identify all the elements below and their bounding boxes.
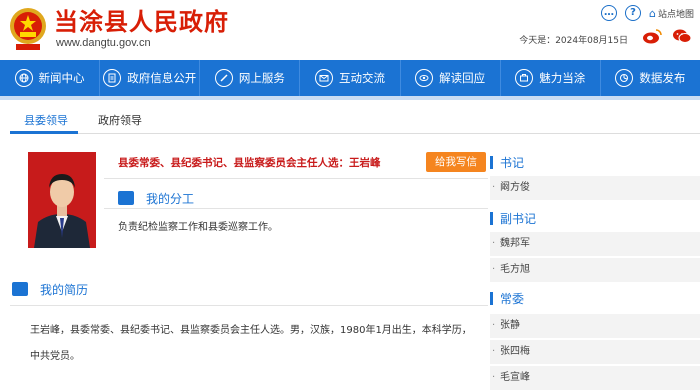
sidebar-item-leader[interactable]: 张四梅: [490, 340, 700, 364]
divider: [10, 305, 488, 306]
nav-item-online-service[interactable]: 网上服务: [200, 60, 301, 96]
chat-icon[interactable]: …: [601, 5, 617, 21]
sidebar-heading-standing-committee: 常委: [490, 290, 524, 307]
write-to-me-button[interactable]: 给我写信: [426, 152, 486, 172]
sitemap-label: 站点地图: [657, 9, 694, 20]
sidebar-item-leader[interactable]: 魏邦军: [490, 232, 700, 256]
nav-label: 互动交流: [338, 71, 385, 85]
sidebar-item-leader[interactable]: 张静: [490, 314, 700, 338]
briefcase-icon: [515, 69, 534, 87]
sitemap-icon: ⌂: [649, 6, 656, 20]
leader-sidebar: 书记 阚方俊 副书记 魏邦军 毛方旭 常委 张静 张四梅 毛宣峰: [490, 148, 700, 390]
national-emblem-icon: [10, 8, 46, 50]
pen-icon: [214, 69, 233, 87]
nav-item-interpretation[interactable]: 解读回应: [401, 60, 501, 96]
wechat-icon[interactable]: [672, 28, 692, 44]
sidebar-heading-secretary: 书记: [490, 154, 524, 171]
tab-county-committee[interactable]: 县委领导: [24, 112, 68, 128]
top-header: 当涂县人民政府 www.dangtu.gov.cn … ? ⌂ 站点地图 今天是…: [0, 0, 700, 60]
duty-text: 负责纪检监察工作和县委巡察工作。: [118, 222, 278, 233]
site-url: www.dangtu.gov.cn: [56, 37, 151, 49]
weibo-icon[interactable]: [642, 28, 662, 44]
leader-photo: [28, 152, 96, 248]
resume-text: 王岩峰，县委常委、县纪委书记、县监察委员会主任人选。男，汉族，1980年1月出生…: [30, 325, 472, 362]
top-utility-icons: … ? ⌂ 站点地图: [601, 4, 694, 22]
nav-item-gov-info[interactable]: 政府信息公开: [100, 60, 201, 96]
duty-heading: 我的分工: [146, 192, 195, 206]
eye-icon: [415, 69, 434, 87]
divider: [104, 208, 488, 209]
nav-label: 新闻中心: [38, 71, 85, 85]
resume-heading: 我的简历: [40, 283, 89, 297]
leader-title: 县委常委、县纪委书记、县监察委员会主任人选：王岩峰: [118, 157, 381, 169]
chart-icon: [615, 69, 634, 87]
nav-item-interaction[interactable]: 互动交流: [300, 60, 401, 96]
main-nav: 新闻中心 政府信息公开 网上服务 互动交流 解读回应 魅力当涂 数据发布: [0, 60, 700, 96]
globe-icon: [14, 69, 33, 87]
site-name[interactable]: 当涂县人民政府: [54, 2, 229, 37]
help-icon[interactable]: ?: [625, 5, 641, 21]
leader-tabs: 县委领导 政府领导: [10, 104, 700, 134]
tab-government[interactable]: 政府领导: [98, 112, 142, 128]
sidebar-item-leader[interactable]: 毛宣峰: [490, 366, 700, 390]
nav-shadow-strip: [0, 96, 700, 100]
resume-section-icon: [12, 282, 28, 296]
nav-item-charm-dangtu[interactable]: 魅力当涂: [501, 60, 601, 96]
sidebar-heading-deputy-secretary: 副书记: [490, 210, 536, 227]
nav-label: 网上服务: [238, 71, 285, 85]
sidebar-item-leader[interactable]: 阚方俊: [490, 176, 700, 200]
sitemap-link[interactable]: ⌂ 站点地图: [649, 7, 694, 20]
nav-item-news[interactable]: 新闻中心: [0, 60, 101, 96]
nav-label: 魅力当涂: [539, 71, 586, 85]
date-label: 今天是：2024年08月15日: [519, 36, 628, 46]
nav-label: 解读回应: [439, 71, 486, 85]
mail-icon: [314, 69, 333, 87]
document-icon: [103, 69, 122, 87]
nav-item-data-release[interactable]: 数据发布: [601, 60, 700, 96]
active-tab-indicator: [10, 131, 78, 134]
nav-label: 数据发布: [639, 71, 686, 85]
nav-label: 政府信息公开: [127, 71, 197, 85]
sidebar-item-leader[interactable]: 毛方旭: [490, 258, 700, 282]
duty-section-icon: [118, 191, 134, 205]
divider: [104, 178, 488, 179]
